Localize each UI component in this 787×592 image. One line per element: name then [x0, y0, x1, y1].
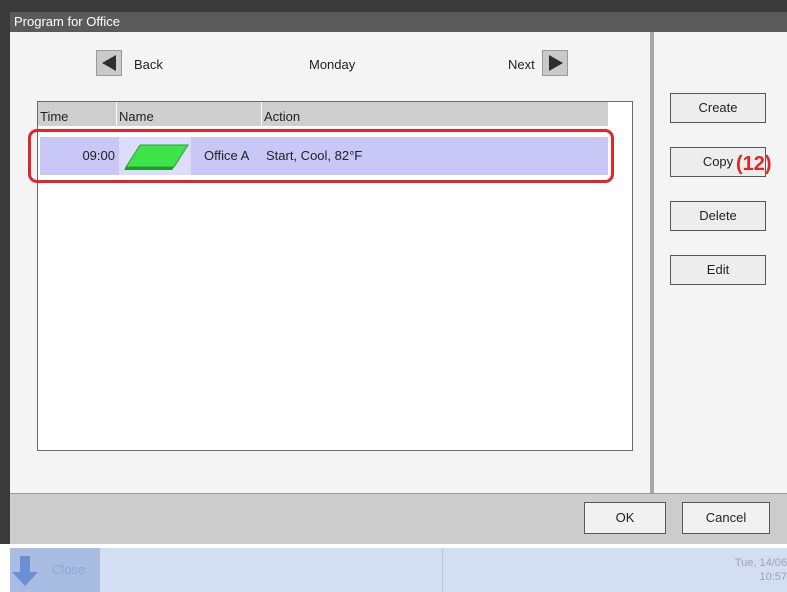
- ok-button[interactable]: OK: [584, 502, 666, 534]
- cancel-button[interactable]: Cancel: [682, 502, 770, 534]
- next-label[interactable]: Next: [508, 55, 535, 75]
- table-header: Time Name Action: [38, 102, 608, 126]
- clock-time: 10:57: [759, 571, 787, 583]
- taskbar-divider: [442, 548, 443, 592]
- back-label[interactable]: Back: [134, 55, 163, 75]
- arrow-left-icon: [102, 55, 116, 71]
- clock-date: Tue, 14/06: [734, 557, 787, 569]
- create-button[interactable]: Create: [670, 93, 766, 123]
- back-button[interactable]: [96, 50, 122, 76]
- window-title: Program for Office: [10, 12, 787, 32]
- dialog-footer: [10, 493, 787, 544]
- delete-button[interactable]: Delete: [670, 201, 766, 231]
- taskbar: [10, 548, 787, 592]
- next-button[interactable]: [542, 50, 568, 76]
- down-arrow-icon: [20, 556, 30, 572]
- table-row[interactable]: 09:00 Office A Start, Cool, 82°F: [40, 137, 608, 175]
- current-day: Monday: [309, 57, 356, 72]
- row-time: 09:00: [82, 148, 115, 163]
- column-header-time[interactable]: Time: [38, 102, 117, 126]
- row-name: Office A: [204, 148, 250, 163]
- clock: Tue, 14/06 10:57: [697, 556, 787, 584]
- edit-button[interactable]: Edit: [670, 255, 766, 285]
- callout-label: (12): [736, 153, 772, 175]
- panel-divider: [650, 32, 654, 493]
- column-header-action[interactable]: Action: [262, 102, 608, 126]
- arrow-right-icon: [549, 55, 563, 71]
- column-header-name[interactable]: Name: [117, 102, 262, 126]
- row-action: Start, Cool, 82°F: [266, 148, 363, 163]
- down-arrow-icon-head: [12, 572, 38, 586]
- area-tile-icon: [119, 137, 191, 175]
- program-table: Time Name Action 09:00 Office A Start, C…: [37, 101, 633, 451]
- close-label[interactable]: Close: [52, 562, 85, 577]
